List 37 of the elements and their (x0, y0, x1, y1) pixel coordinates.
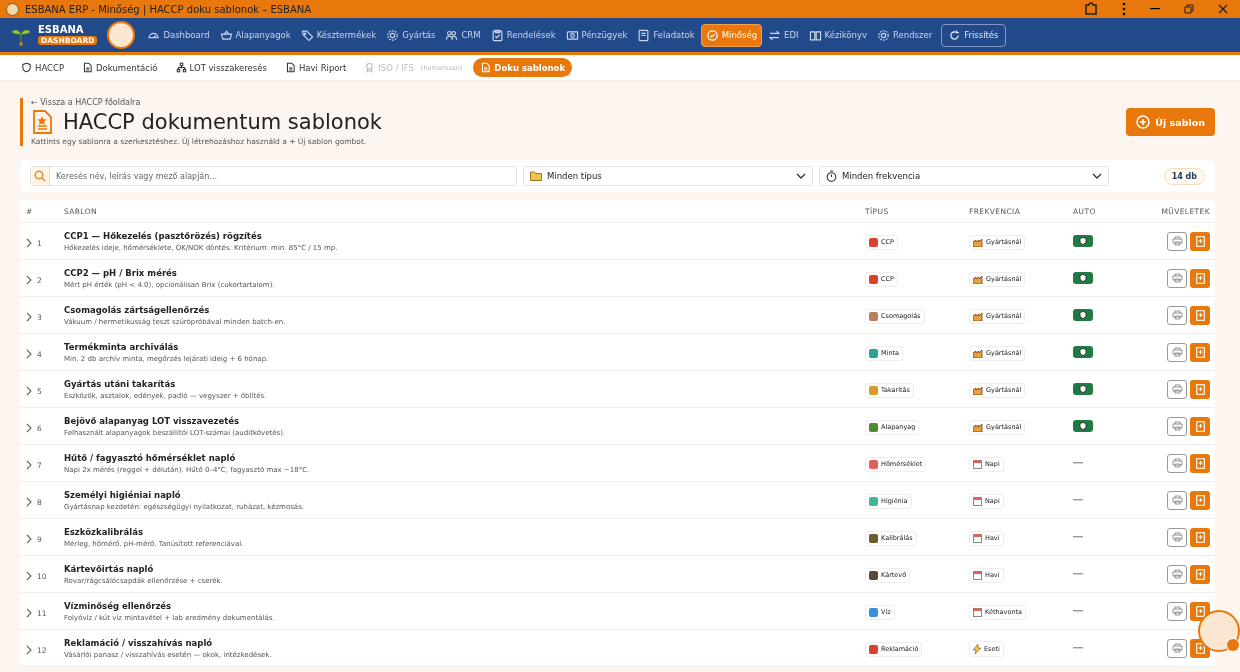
count-badge: 14 db (1163, 167, 1205, 185)
search-field[interactable]: Keresés név, leírás vagy mező alapján... (50, 171, 516, 181)
window-title: ESBANA ERP - Minőség | HACCP doku sablonok – ESBANA (25, 3, 312, 15)
template-name[interactable]: Gyártás utáni takarítás (64, 378, 865, 389)
type-dropdown[interactable]: Minden típus (523, 166, 813, 186)
page-title: HACCP dokumentum sablonok (63, 110, 382, 134)
nav-tab[interactable]: Alapanyagok (215, 24, 295, 46)
template-name[interactable]: Személyi higiéniai napló (64, 489, 865, 500)
nav-tab[interactable]: Rendszer (873, 24, 937, 46)
subnav-tab[interactable]: Dokumentáció (75, 58, 165, 77)
template-name[interactable]: CCP1 — Hőkezelés (pasztőrözés) rögzítés (64, 230, 865, 241)
template-name[interactable]: Vízminőség ellenőrzés (64, 600, 865, 611)
brand-name: ESBANA (38, 24, 84, 35)
subnav-tab[interactable]: LOT visszakeresés (168, 58, 274, 77)
template-name[interactable]: Bejövő alapanyag LOT visszavezetés (64, 415, 865, 426)
nav-tab[interactable]: EDI (764, 24, 803, 46)
subnav-tab[interactable]: HACCP (14, 58, 72, 77)
nav-tab[interactable]: CRM (441, 24, 485, 46)
search-box[interactable]: Keresés név, leírás vagy mező alapján... (30, 166, 517, 186)
frequency-dropdown[interactable]: Minden frekvencia (819, 166, 1109, 186)
back-link[interactable]: ← Vissza a HACCP főoldalra (31, 98, 382, 107)
template-name[interactable]: Kártevőirtás napló (64, 563, 865, 574)
nav-tab[interactable]: Feladatok (633, 24, 699, 46)
nav-tab[interactable]: Dashboard (143, 24, 214, 46)
nav-tab[interactable]: Rendelések (486, 24, 560, 46)
refresh-button[interactable]: Frissítés (941, 23, 1006, 47)
template-name[interactable]: CCP2 — pH / Brix mérés (64, 267, 865, 278)
template-name[interactable]: Csomagolás zártságellenőrzés (64, 304, 865, 315)
template-name[interactable]: Termékminta archiválás (64, 341, 865, 352)
nav-tab[interactable]: Kézikönyv (804, 24, 871, 46)
nav-tab[interactable]: Késztermékek (296, 24, 381, 46)
nav-tab[interactable]: Pénzügyek (561, 24, 632, 46)
template-name[interactable]: Hűtő / fagyasztó hőmérséklet napló (64, 452, 865, 463)
template-name[interactable]: Reklamáció / visszahívás napló (64, 637, 865, 648)
nav-tab[interactable]: Gyártás (382, 24, 440, 46)
template-name[interactable]: Eszközkalibrálás (64, 526, 865, 537)
subnav-tab[interactable]: Havi Riport (277, 58, 354, 77)
